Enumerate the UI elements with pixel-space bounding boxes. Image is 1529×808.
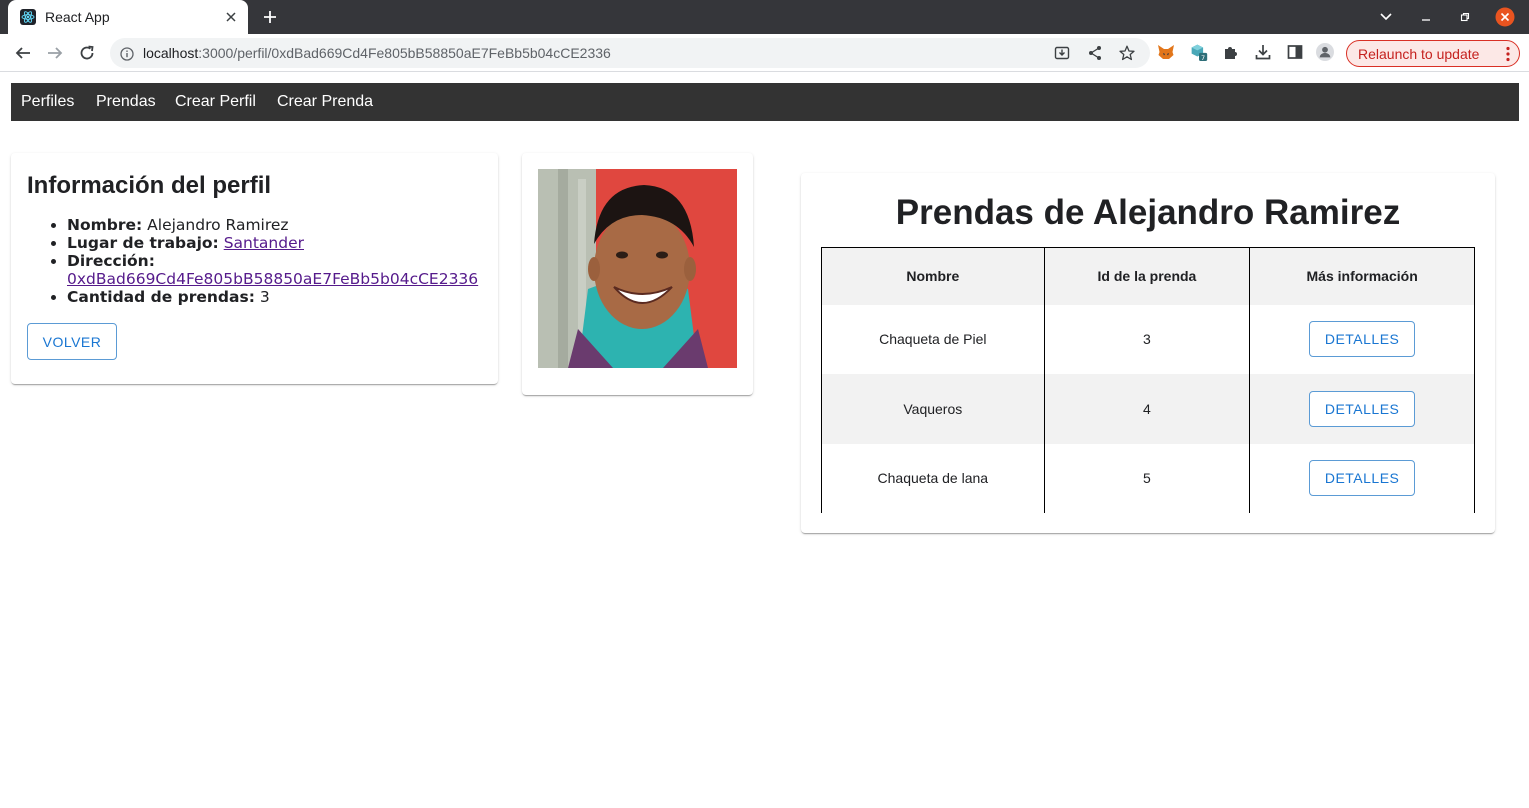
back-button[interactable]: VOLVER — [27, 323, 117, 360]
column-header-nombre: Nombre — [821, 247, 1045, 305]
profile-avatar-icon[interactable] — [1316, 43, 1334, 61]
install-app-icon[interactable] — [1054, 45, 1070, 61]
garments-table: Nombre Id de la prenda Más información C… — [821, 247, 1475, 513]
column-header-id: Id de la prenda — [1043, 247, 1251, 305]
close-window-icon[interactable] — [1495, 7, 1515, 27]
garment-id-cell: 5 — [1043, 443, 1251, 513]
cube-extension-icon[interactable]: 7 — [1190, 43, 1208, 62]
column-header-info: Más información — [1249, 247, 1475, 305]
garments-title: Prendas de Alejandro Ramirez — [895, 193, 1401, 232]
url-host: localhost — [143, 45, 199, 61]
work-link[interactable]: Santander — [224, 234, 304, 252]
garment-name-cell: Chaqueta de lana — [821, 443, 1045, 513]
minimize-window-icon[interactable] — [1416, 7, 1436, 27]
site-info-icon[interactable] — [120, 46, 134, 61]
name-label: Nombre: — [67, 216, 143, 234]
table-header-row: Nombre Id de la prenda Más información — [821, 247, 1475, 305]
nav-link-crear-prenda[interactable]: Crear Prenda — [277, 93, 373, 111]
relaunch-label: Relaunch to update — [1358, 46, 1480, 62]
react-favicon-icon — [20, 9, 36, 25]
avatar — [538, 169, 737, 368]
details-button[interactable]: DETALLES — [1309, 321, 1416, 358]
garment-id-cell: 4 — [1043, 374, 1251, 444]
table-row: Vaqueros 4 DETALLES — [821, 374, 1475, 444]
restore-window-icon[interactable] — [1455, 7, 1475, 27]
extensions-puzzle-icon[interactable] — [1222, 43, 1240, 61]
downloads-icon[interactable] — [1254, 43, 1272, 61]
garment-action-cell: DETALLES — [1249, 443, 1475, 513]
garment-id-cell: 3 — [1043, 304, 1251, 374]
count-value: 3 — [259, 288, 270, 306]
app-navbar: Perfiles Prendas Crear Perfil Crear Pren… — [11, 83, 1519, 121]
garments-card: Prendas de Alejandro Ramirez Nombre Id d… — [801, 173, 1495, 533]
extension-badge: 7 — [1201, 54, 1205, 62]
close-tab-icon[interactable] — [222, 8, 240, 26]
profile-work-item: Lugar de trabajo: Santander — [67, 234, 487, 252]
tab-search-chevron-down-icon[interactable] — [1376, 7, 1396, 27]
nav-link-prendas[interactable]: Prendas — [96, 93, 156, 111]
more-options-icon[interactable] — [1505, 46, 1511, 62]
profile-photo-card — [522, 153, 753, 395]
nav-link-crear-perfil[interactable]: Crear Perfil — [175, 93, 256, 111]
table-row: Chaqueta de Piel 3 DETALLES — [821, 304, 1475, 374]
reload-icon[interactable] — [76, 42, 98, 64]
profile-count-item: Cantidad de prendas: 3 — [67, 288, 487, 306]
browser-toolbar: localhost:3000/perfil/0xdBad669Cd4Fe805b… — [0, 34, 1529, 72]
garment-action-cell: DETALLES — [1249, 374, 1475, 444]
details-button[interactable]: DETALLES — [1309, 390, 1416, 427]
forward-arrow-icon[interactable] — [44, 42, 66, 64]
count-label: Cantidad de prendas: — [67, 288, 255, 306]
profile-address-item: Dirección:0xdBad669Cd4Fe805bB58850aE7FeB… — [67, 252, 487, 288]
garment-action-cell: DETALLES — [1249, 304, 1475, 374]
side-panel-icon[interactable] — [1286, 43, 1304, 61]
browser-tabstrip: React App — [0, 0, 1529, 34]
profile-info-card: Información del perfil Nombre: Alejandro… — [11, 153, 498, 384]
url-text: localhost:3000/perfil/0xdBad669Cd4Fe805b… — [143, 45, 611, 61]
metamask-fox-icon[interactable] — [1157, 43, 1175, 61]
work-label: Lugar de trabajo: — [67, 234, 219, 252]
profile-name-item: Nombre: Alejandro Ramirez — [67, 216, 487, 234]
profile-title: Información del perfil — [27, 172, 272, 199]
table-row: Chaqueta de lana 5 DETALLES — [821, 443, 1475, 513]
back-arrow-icon[interactable] — [12, 42, 34, 64]
url-path: :3000/perfil/0xdBad669Cd4Fe805bB58850aE7… — [198, 45, 611, 61]
address-link[interactable]: 0xdBad669Cd4Fe805bB58850aE7FeBb5b04cCE23… — [67, 270, 478, 288]
tab-title: React App — [45, 9, 110, 25]
share-icon[interactable] — [1087, 45, 1103, 61]
details-button[interactable]: DETALLES — [1309, 460, 1416, 497]
name-value: Alejandro Ramirez — [147, 216, 289, 234]
garment-name-cell: Chaqueta de Piel — [821, 304, 1045, 374]
garment-name-cell: Vaqueros — [821, 374, 1045, 444]
address-label: Dirección: — [67, 252, 155, 270]
address-bar[interactable]: localhost:3000/perfil/0xdBad669Cd4Fe805b… — [110, 38, 1150, 68]
nav-link-perfiles[interactable]: Perfiles — [21, 93, 74, 111]
profile-info-list: Nombre: Alejandro Ramirez Lugar de traba… — [67, 216, 487, 306]
bookmark-star-icon[interactable] — [1119, 45, 1135, 61]
relaunch-to-update-button[interactable]: Relaunch to update — [1346, 40, 1520, 67]
new-tab-icon[interactable] — [260, 7, 280, 27]
browser-tab[interactable]: React App — [8, 0, 248, 34]
